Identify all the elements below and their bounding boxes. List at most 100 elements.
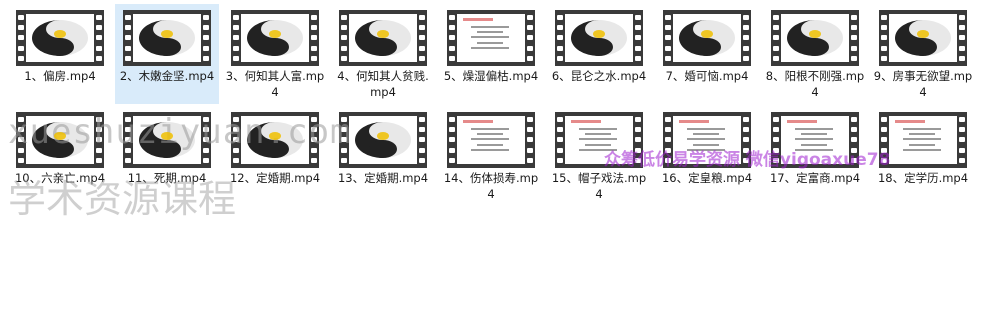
film-perforation-icon [123, 112, 133, 168]
film-perforation-icon [525, 10, 535, 66]
file-name-label: 17、定富商.mp4 [769, 171, 861, 185]
yinyang-frame-icon [133, 14, 201, 62]
file-item[interactable]: 9、房事无欲望.mp4 [871, 4, 975, 104]
film-perforation-icon [849, 112, 859, 168]
film-perforation-icon [417, 112, 427, 168]
file-item[interactable]: 5、燥湿偏枯.mp4 [439, 4, 543, 104]
video-thumbnail-icon [879, 10, 967, 66]
file-name-label: 11、死期.mp4 [127, 171, 207, 185]
film-perforation-icon [633, 112, 643, 168]
file-name-label: 12、定婚期.mp4 [229, 171, 321, 185]
film-perforation-icon [957, 112, 967, 168]
video-thumbnail-icon [339, 112, 427, 168]
file-item[interactable]: 7、婚可恼.mp4 [655, 4, 759, 104]
file-name-label: 10、六亲亡.mp4 [14, 171, 106, 185]
file-item[interactable]: 12、定婚期.mp4 [223, 106, 327, 206]
film-perforation-icon [633, 10, 643, 66]
film-perforation-icon [663, 112, 673, 168]
video-thumbnail-icon [447, 10, 535, 66]
file-item[interactable]: 13、定婚期.mp4 [331, 106, 435, 206]
file-item[interactable]: 17、定富商.mp4 [763, 106, 867, 206]
file-name-label: 6、昆仑之水.mp4 [551, 69, 647, 83]
yinyang-frame-icon [241, 116, 309, 164]
yinyang-frame-icon [673, 14, 741, 62]
film-perforation-icon [447, 112, 457, 168]
film-perforation-icon [879, 112, 889, 168]
file-item[interactable]: 11、死期.mp4 [115, 106, 219, 206]
film-perforation-icon [339, 112, 349, 168]
file-item[interactable]: 3、何知其人富.mp4 [223, 4, 327, 104]
video-thumbnail-icon [123, 10, 211, 66]
yinyang-frame-icon [565, 14, 633, 62]
file-grid: 1、偏房.mp4 2、木嫩金坚.mp4 3、何知其人富.mp4 4、何知其人贫贱.mp… [0, 0, 998, 324]
video-thumbnail-icon [663, 10, 751, 66]
film-perforation-icon [339, 10, 349, 66]
film-perforation-icon [663, 10, 673, 66]
film-perforation-icon [417, 10, 427, 66]
document-frame-icon [673, 116, 741, 164]
film-perforation-icon [309, 112, 319, 168]
file-item[interactable]: 15、帽子戏法.mp4 [547, 106, 651, 206]
video-thumbnail-icon [16, 10, 104, 66]
video-thumbnail-icon [663, 112, 751, 168]
file-name-label: 15、帽子戏法.mp4 [551, 171, 647, 201]
yinyang-frame-icon [26, 14, 94, 62]
yinyang-frame-icon [349, 14, 417, 62]
film-perforation-icon [16, 10, 26, 66]
yinyang-frame-icon [26, 116, 94, 164]
file-item[interactable]: 16、定皇粮.mp4 [655, 106, 759, 206]
film-perforation-icon [771, 112, 781, 168]
file-item[interactable]: 2、木嫩金坚.mp4 [115, 4, 219, 104]
film-perforation-icon [16, 112, 26, 168]
file-name-label: 1、偏房.mp4 [24, 69, 96, 83]
yinyang-frame-icon [241, 14, 309, 62]
video-thumbnail-icon [879, 112, 967, 168]
file-name-label: 4、何知其人贫贱.mp4 [337, 69, 429, 99]
film-perforation-icon [879, 10, 889, 66]
film-perforation-icon [231, 10, 241, 66]
file-item[interactable]: 10、六亲亡.mp4 [8, 106, 112, 206]
file-name-label: 9、房事无欲望.mp4 [873, 69, 973, 99]
film-perforation-icon [555, 112, 565, 168]
file-item[interactable]: 18、定学历.mp4 [871, 106, 975, 206]
video-thumbnail-icon [231, 10, 319, 66]
yinyang-frame-icon [889, 14, 957, 62]
yinyang-frame-icon [349, 116, 417, 164]
video-thumbnail-icon [16, 112, 104, 168]
file-item[interactable]: 1、偏房.mp4 [8, 4, 112, 104]
file-name-label: 18、定学历.mp4 [877, 171, 969, 185]
video-thumbnail-icon [555, 10, 643, 66]
file-name-label: 3、何知其人富.mp4 [225, 69, 325, 99]
film-perforation-icon [741, 10, 751, 66]
film-perforation-icon [201, 10, 211, 66]
video-thumbnail-icon [771, 10, 859, 66]
document-frame-icon [781, 116, 849, 164]
film-perforation-icon [231, 112, 241, 168]
video-thumbnail-icon [123, 112, 211, 168]
video-thumbnail-icon [555, 112, 643, 168]
film-perforation-icon [447, 10, 457, 66]
film-perforation-icon [123, 10, 133, 66]
film-perforation-icon [309, 10, 319, 66]
file-item[interactable]: 14、伤体损寿.mp4 [439, 106, 543, 206]
file-name-label: 2、木嫩金坚.mp4 [119, 69, 215, 83]
film-perforation-icon [957, 10, 967, 66]
file-name-label: 14、伤体损寿.mp4 [443, 171, 539, 201]
file-name-label: 13、定婚期.mp4 [337, 171, 429, 185]
video-thumbnail-icon [447, 112, 535, 168]
file-item[interactable]: 4、何知其人贫贱.mp4 [331, 4, 435, 104]
file-item[interactable]: 6、昆仑之水.mp4 [547, 4, 651, 104]
film-perforation-icon [201, 112, 211, 168]
yinyang-frame-icon [781, 14, 849, 62]
video-thumbnail-icon [771, 112, 859, 168]
file-name-label: 5、燥湿偏枯.mp4 [443, 69, 539, 83]
video-thumbnail-icon [231, 112, 319, 168]
film-perforation-icon [94, 112, 104, 168]
file-name-label: 16、定皇粮.mp4 [661, 171, 753, 185]
file-item[interactable]: 8、阳根不刚强.mp4 [763, 4, 867, 104]
film-perforation-icon [849, 10, 859, 66]
film-perforation-icon [555, 10, 565, 66]
yinyang-frame-icon [133, 116, 201, 164]
document-frame-icon [457, 14, 525, 62]
document-frame-icon [565, 116, 633, 164]
